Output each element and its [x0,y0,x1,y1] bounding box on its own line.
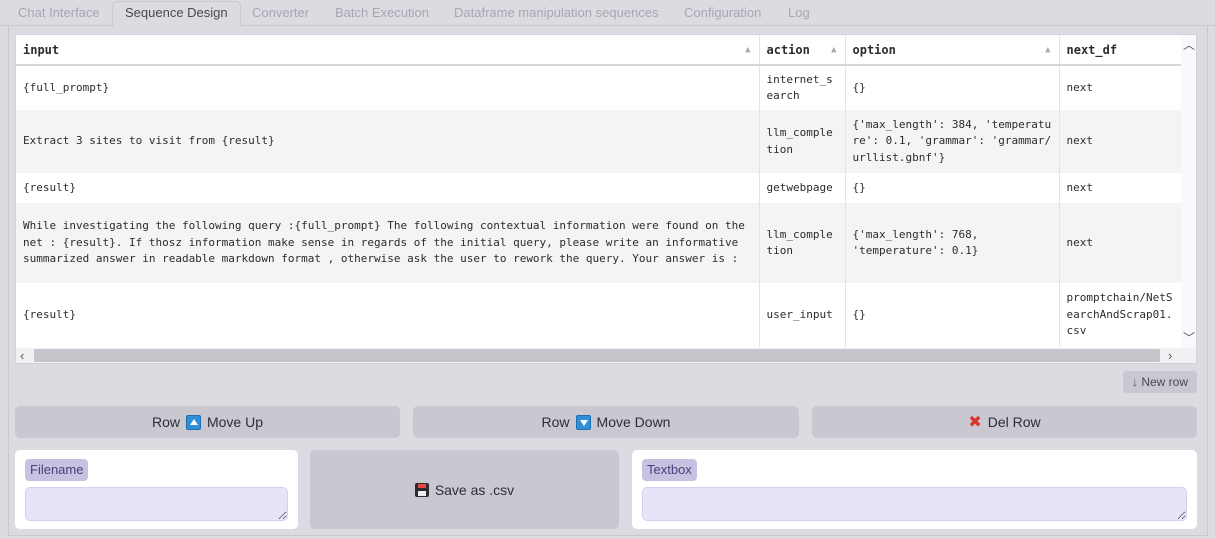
vertical-scrollbar[interactable]: ︿ ﹀ [1181,35,1196,348]
delete-row-button[interactable]: ✖ Del Row [812,406,1197,438]
column-header-option[interactable]: option ▲ [845,35,1060,66]
cell-option[interactable]: {} [845,65,1060,110]
sort-up-icon[interactable]: ▲ [831,45,836,55]
sequence-table: input ▲ action ▲ option ▲ next_df {full_pro… [15,34,1197,364]
sequence-grid: input ▲ action ▲ option ▲ next_df {full_pro… [16,35,1182,347]
cell-input[interactable]: While investigating the following query … [16,203,760,283]
scroll-down-icon[interactable]: ﹀ [1183,329,1195,346]
move-down-label: Move Down [596,414,671,430]
textbox-input[interactable] [642,487,1187,521]
arrow-down-square-icon [575,414,591,430]
sort-up-icon[interactable]: ▲ [745,45,750,55]
tab-configuration[interactable]: Configuration [684,3,761,26]
tab-chat-interface[interactable]: Chat Interface [18,3,100,26]
cell-next-df[interactable]: promptchain/NetSearchAndScrap01.csv [1059,283,1182,347]
new-row-button[interactable]: ↓ New row [1123,371,1197,393]
move-up-prefix: Row [151,414,180,430]
cell-input[interactable]: {full_prompt} [16,65,760,110]
cell-action[interactable]: llm_completion [759,110,846,173]
cell-next-df[interactable]: next [1059,110,1182,173]
move-up-label: Move Up [206,414,264,430]
move-down-prefix: Row [541,414,570,430]
scroll-right-icon[interactable]: › [1168,348,1172,363]
table-row[interactable]: Extract 3 sites to visit from {result} l… [16,110,1182,173]
column-header-action[interactable]: action ▲ [759,35,846,66]
table-row[interactable]: {result} getwebpage {} next [16,173,1182,203]
move-down-button[interactable]: Row Move Down [413,406,799,438]
cell-next-df[interactable]: next [1059,65,1182,110]
filename-input[interactable] [25,487,288,521]
cell-next-df[interactable]: next [1059,203,1182,283]
horizontal-scrollbar[interactable]: ‹ › [16,348,1196,363]
table-row[interactable]: While investigating the following query … [16,203,1182,283]
column-header-input[interactable]: input ▲ [16,35,760,66]
cell-action[interactable]: user_input [759,283,846,347]
cell-next-df[interactable]: next [1059,173,1182,203]
floppy-disk-icon [414,482,429,497]
cell-action[interactable]: getwebpage [759,173,846,203]
cell-option[interactable]: {'max_length': 384, 'temperature': 0.1, … [845,110,1060,173]
cell-input[interactable]: {result} [16,173,760,203]
tab-converter[interactable]: Converter [252,3,309,26]
save-csv-button[interactable]: Save as .csv [310,450,619,529]
filename-card: Filename [15,450,298,529]
cell-action[interactable]: llm_completion [759,203,846,283]
tab-batch-execution[interactable]: Batch Execution [335,3,429,26]
scroll-left-icon[interactable]: ‹ [20,348,24,363]
horizontal-scroll-thumb[interactable] [34,349,1160,362]
table-row[interactable]: {result} user_input {} promptchain/NetSe… [16,283,1182,347]
arrow-up-square-icon [185,414,201,430]
textbox-card: Textbox [632,450,1197,529]
delete-row-label: Del Row [987,414,1041,430]
cell-input[interactable]: Extract 3 sites to visit from {result} [16,110,760,173]
cell-input[interactable]: {result} [16,283,760,347]
cell-option[interactable]: {} [845,173,1060,203]
save-csv-label: Save as .csv [434,481,515,498]
sort-up-icon[interactable]: ▲ [1045,45,1050,55]
tab-bar: Chat Interface Sequence Design Converter… [0,0,1215,27]
cell-option[interactable]: {'max_length': 768, 'temperature': 0.1} [845,203,1060,283]
cell-action[interactable]: internet_search [759,65,846,110]
scroll-up-icon[interactable]: ︿ [1183,36,1195,53]
textbox-label: Textbox [642,459,697,481]
move-up-button[interactable]: Row Move Up [15,406,400,438]
filename-label: Filename [25,459,89,481]
red-x-icon: ✖ [968,414,982,431]
tab-sequence-design[interactable]: Sequence Design [112,1,241,27]
tab-dataframe-manipulation[interactable]: Dataframe manipulation sequences [454,3,659,26]
cell-option[interactable]: {} [845,283,1060,347]
table-row[interactable]: {full_prompt} internet_search {} next [16,65,1182,110]
column-header-next-df[interactable]: next_df [1059,35,1182,66]
tab-log[interactable]: Log [788,3,810,26]
